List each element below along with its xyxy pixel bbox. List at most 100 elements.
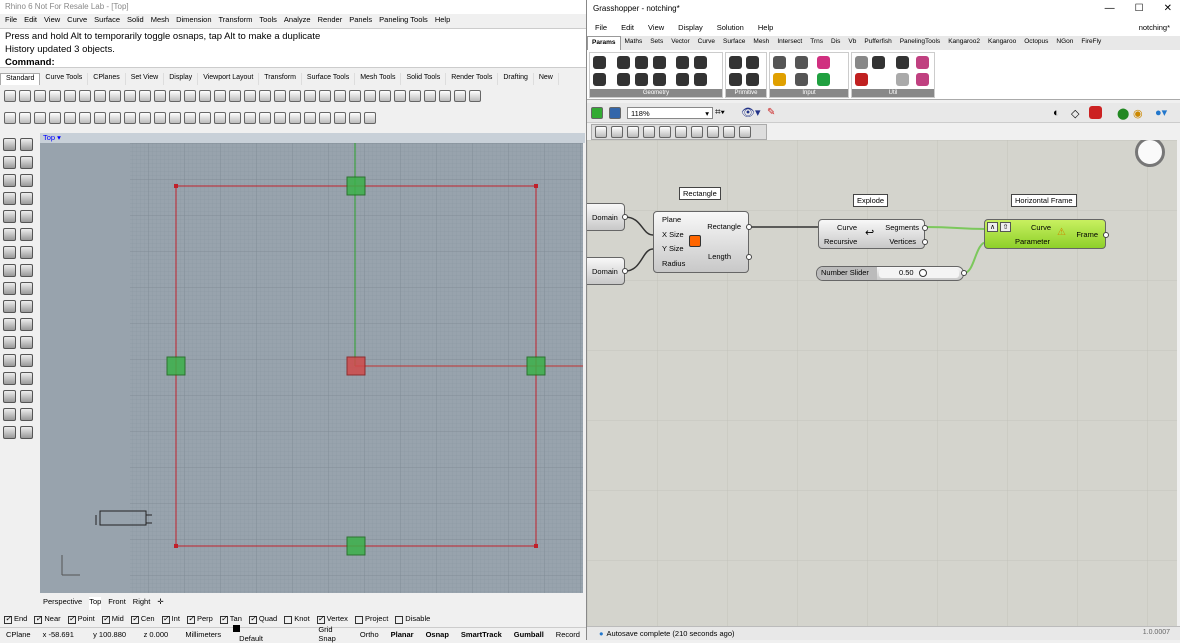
enable-icon[interactable] bbox=[675, 126, 687, 138]
globe-icon[interactable] bbox=[454, 90, 466, 102]
gh-tab-vb[interactable]: Vb bbox=[844, 36, 860, 50]
input-radius[interactable]: Radius bbox=[662, 259, 685, 268]
osnap-toggle[interactable]: Osnap bbox=[420, 630, 455, 639]
menu-curve[interactable]: Curve bbox=[67, 15, 87, 26]
command-prompt[interactable]: Command: bbox=[5, 56, 581, 69]
zoom-extents-icon[interactable] bbox=[199, 90, 211, 102]
print-icon[interactable] bbox=[49, 90, 61, 102]
param-icon[interactable] bbox=[694, 56, 707, 69]
paint-brush-icon[interactable]: ✎ bbox=[767, 107, 775, 118]
tab-surface-tools[interactable]: Surface Tools bbox=[302, 73, 356, 85]
link-icon[interactable] bbox=[739, 126, 751, 138]
options-icon[interactable] bbox=[439, 90, 451, 102]
gh-tab-pufferfish[interactable]: Pufferfish bbox=[860, 36, 895, 50]
grid-icon[interactable] bbox=[424, 90, 436, 102]
join-icon[interactable] bbox=[214, 112, 226, 124]
preview-off-icon[interactable]: ◐ bbox=[1053, 107, 1060, 119]
input-parameter[interactable]: Parameter bbox=[1015, 237, 1050, 246]
output-vertices[interactable]: Vertices bbox=[889, 237, 916, 246]
param-icon[interactable] bbox=[817, 56, 830, 69]
input-curve[interactable]: Curve bbox=[1031, 223, 1051, 232]
ellipse-icon[interactable] bbox=[3, 192, 16, 205]
gh-tab-kangaroo[interactable]: Kangaroo bbox=[984, 36, 1020, 50]
tab-transform[interactable]: Transform bbox=[259, 73, 302, 85]
param-icon[interactable] bbox=[896, 73, 909, 86]
menu-paneling-tools[interactable]: Paneling Tools bbox=[379, 15, 428, 26]
copy-icon[interactable] bbox=[94, 90, 106, 102]
gh-menu-view[interactable]: View bbox=[648, 23, 664, 33]
copy-tool-icon[interactable] bbox=[20, 336, 33, 349]
param-icon[interactable] bbox=[593, 73, 606, 86]
bake-flag-icon[interactable]: ∧ bbox=[987, 222, 998, 232]
fillet-icon[interactable] bbox=[20, 210, 33, 223]
menu-file[interactable]: File bbox=[5, 15, 17, 26]
analyze-tool-icon[interactable] bbox=[3, 408, 16, 421]
gh-tab-mesh[interactable]: Mesh bbox=[749, 36, 773, 50]
ribbon-label[interactable]: Util bbox=[852, 89, 934, 97]
osnap-near[interactable]: Near bbox=[34, 614, 61, 624]
param-icon[interactable] bbox=[872, 56, 885, 69]
tab-standard[interactable]: Standard bbox=[0, 73, 41, 85]
gh-tab-dis[interactable]: Dis bbox=[827, 36, 844, 50]
arctic-icon[interactable] bbox=[349, 112, 361, 124]
move-icon[interactable] bbox=[3, 336, 16, 349]
zoom-window-icon[interactable] bbox=[184, 90, 196, 102]
unlock-selected-icon[interactable] bbox=[124, 112, 136, 124]
menu-transform[interactable]: Transform bbox=[219, 15, 253, 26]
param-icon[interactable] bbox=[746, 56, 759, 69]
param-icon[interactable] bbox=[773, 73, 786, 86]
tab-display[interactable]: Display bbox=[164, 73, 199, 85]
param-icon[interactable] bbox=[617, 56, 630, 69]
zoom-extents-icon[interactable]: ⌗▾ bbox=[715, 107, 725, 118]
viewport-layout-icon[interactable] bbox=[229, 90, 241, 102]
frame-plane-marker[interactable] bbox=[346, 176, 366, 196]
preview-eye-icon[interactable]: 👁▾ bbox=[741, 106, 761, 119]
tab-set-view[interactable]: Set View bbox=[126, 73, 165, 85]
param-icon[interactable] bbox=[855, 56, 868, 69]
output-grip[interactable] bbox=[922, 225, 928, 231]
minimize-icon[interactable]: — bbox=[1105, 3, 1115, 14]
top-viewport[interactable] bbox=[40, 143, 583, 593]
shade-icon[interactable] bbox=[244, 112, 256, 124]
param-icon[interactable] bbox=[635, 56, 648, 69]
param-icon[interactable] bbox=[676, 73, 689, 86]
lamp-icon[interactable] bbox=[20, 426, 33, 439]
bulb-icon[interactable] bbox=[4, 112, 16, 124]
pen-icon[interactable] bbox=[319, 112, 331, 124]
gh-menu-edit[interactable]: Edit bbox=[621, 23, 634, 33]
menu-help[interactable]: Help bbox=[435, 15, 450, 26]
param-icon[interactable] bbox=[653, 56, 666, 69]
dimension-icon[interactable] bbox=[3, 390, 16, 403]
trim-icon[interactable] bbox=[3, 300, 16, 313]
rendered-icon[interactable] bbox=[289, 112, 301, 124]
gh-tab-intersect[interactable]: Intersect bbox=[773, 36, 806, 50]
lock-selected-icon[interactable] bbox=[109, 112, 121, 124]
osnap-cen[interactable]: Cen bbox=[130, 614, 155, 624]
viewport-title[interactable]: Top ▾ bbox=[40, 133, 585, 143]
orient-icon[interactable] bbox=[20, 372, 33, 385]
explode-icon[interactable] bbox=[199, 112, 211, 124]
gh-tab-curve[interactable]: Curve bbox=[694, 36, 719, 50]
output-frame[interactable]: Frame bbox=[1076, 230, 1098, 239]
shaded-preview-icon[interactable] bbox=[1089, 106, 1102, 119]
boolean-icon[interactable] bbox=[3, 282, 16, 295]
mesh-icon[interactable] bbox=[20, 282, 33, 295]
viewport-name[interactable]: Top bbox=[40, 133, 55, 142]
menu-surface[interactable]: Surface bbox=[94, 15, 120, 26]
osnap-tan[interactable]: Tan bbox=[219, 614, 242, 624]
input-plane[interactable]: Plane bbox=[662, 215, 681, 224]
offset-icon[interactable] bbox=[3, 228, 16, 241]
check-icon[interactable] bbox=[20, 408, 33, 421]
transform-icon[interactable] bbox=[184, 112, 196, 124]
delete-icon[interactable] bbox=[659, 126, 671, 138]
menu-solid[interactable]: Solid bbox=[127, 15, 144, 26]
param-icon[interactable] bbox=[593, 56, 606, 69]
slider-knob[interactable] bbox=[919, 269, 927, 277]
tab-viewport-layout[interactable]: Viewport Layout bbox=[198, 73, 260, 85]
output-grip[interactable] bbox=[1103, 232, 1109, 238]
input-y-size[interactable]: Y Size bbox=[662, 244, 684, 253]
gh-menu-help[interactable]: Help bbox=[758, 23, 773, 33]
output-grip[interactable] bbox=[622, 268, 628, 274]
preview-toggle-icon[interactable] bbox=[707, 126, 719, 138]
param-icon[interactable] bbox=[795, 73, 808, 86]
